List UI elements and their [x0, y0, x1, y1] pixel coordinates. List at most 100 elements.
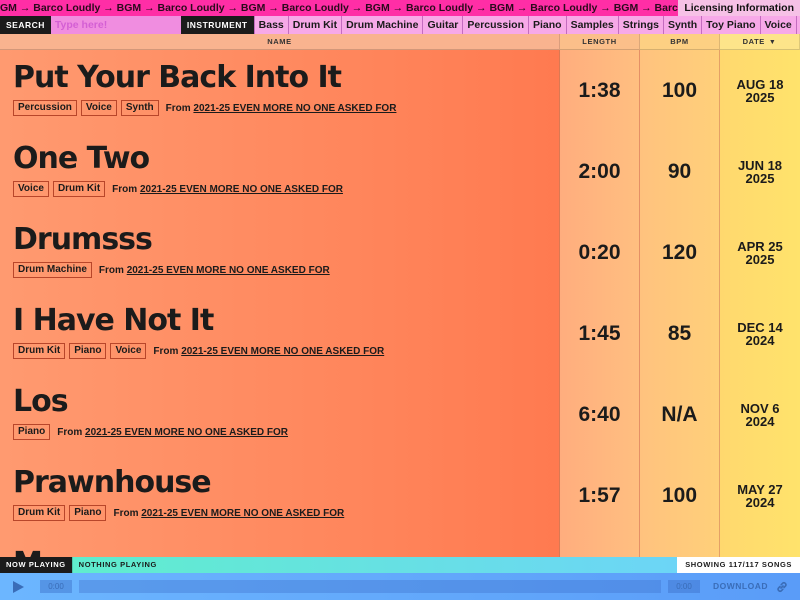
- song-date: DEC 14 2024: [720, 293, 800, 374]
- song-list: Put Your Back Into It Percussion Voice Synt…: [0, 50, 800, 557]
- licensing-information-link[interactable]: Licensing Information: [678, 0, 800, 16]
- song-length: 1:38: [560, 50, 640, 131]
- album-link[interactable]: 2021-25 EVEN MORE NO ONE ASKED FOR: [85, 427, 288, 438]
- instrument-option-toy-piano[interactable]: Toy Piano: [701, 16, 760, 34]
- instrument-option-drum-machine[interactable]: Drum Machine: [341, 16, 423, 34]
- instrument-option-voice[interactable]: Voice: [759, 16, 796, 34]
- song-count: SHOWING 117/117 SONGS: [677, 557, 800, 573]
- instrument-option-bass[interactable]: Bass: [253, 16, 288, 34]
- instrument-tag[interactable]: Piano: [69, 505, 107, 521]
- instrument-option-synth[interactable]: Synth: [662, 16, 702, 34]
- song-date-month-day: MAY 27: [737, 481, 783, 497]
- song-row[interactable]: I Have Not It Drum Kit Piano Voice From 2021…: [0, 293, 800, 374]
- song-date-month-day: DEC 14: [737, 319, 783, 335]
- now-playing-status: NOTHING PLAYING: [71, 557, 163, 573]
- instrument-tag[interactable]: Drum Kit: [13, 505, 66, 521]
- instrument-option-strings[interactable]: Strings: [617, 16, 663, 34]
- song-title[interactable]: M: [13, 547, 43, 558]
- play-icon[interactable]: [10, 579, 26, 595]
- song-bpm: [640, 536, 720, 557]
- song-name-cell: I Have Not It Drum Kit Piano Voice From 2021…: [0, 293, 560, 374]
- instrument-option-piano[interactable]: Piano: [527, 16, 566, 34]
- column-header-date[interactable]: DATE ▼: [720, 34, 800, 50]
- song-length: 1:45: [560, 293, 640, 374]
- album-link[interactable]: 2021-25 EVEN MORE NO ONE ASKED FOR: [127, 265, 330, 276]
- album-credit: From 2021-25 EVEN MORE NO ONE ASKED FOR: [113, 508, 344, 519]
- download-button[interactable]: DOWNLOAD: [713, 580, 768, 593]
- link-icon[interactable]: [775, 580, 789, 594]
- instrument-tag[interactable]: Synth: [120, 100, 159, 116]
- song-date: JUN 18 2025: [720, 131, 800, 212]
- song-length: 6:40: [560, 374, 640, 455]
- song-tags: Percussion Voice Synth From 2021-25 EVEN MO…: [13, 100, 396, 116]
- song-title[interactable]: Drumsss: [13, 223, 153, 257]
- song-row[interactable]: Drumsss Drum Machine From 2021-25 EVEN MOR…: [0, 212, 800, 293]
- song-title[interactable]: Prawnhouse: [13, 466, 212, 500]
- from-label: From: [165, 102, 191, 114]
- song-row[interactable]: Put Your Back Into It Percussion Voice Synt…: [0, 50, 800, 131]
- from-label: From: [57, 426, 83, 438]
- song-row[interactable]: Prawnhouse Drum Kit Piano From 2021-25 EVEN…: [0, 455, 800, 536]
- song-date: NOV 6 2024: [720, 374, 800, 455]
- song-date-year: 2025: [745, 251, 775, 267]
- song-name-cell: One Two Voice Drum Kit From 2021-25 EVEN MO…: [0, 131, 560, 212]
- song-row[interactable]: Los Piano From 2021-25 EVEN MORE NO ONE AS…: [0, 374, 800, 455]
- song-name-cell: M: [0, 536, 560, 557]
- album-link[interactable]: 2021-25 EVEN MORE NO ONE ASKED FOR: [140, 184, 343, 195]
- song-date-year: 2024: [745, 332, 775, 348]
- instrument-option-samples[interactable]: Samples: [565, 16, 618, 34]
- instrument-tag[interactable]: Drum Machine: [13, 262, 92, 278]
- song-date-year: 2024: [745, 413, 775, 429]
- instrument-option-drum-kit[interactable]: Drum Kit: [287, 16, 342, 34]
- song-bpm: 100: [640, 455, 720, 536]
- song-date-year: 2025: [745, 170, 775, 186]
- song-length: 0:20: [560, 212, 640, 293]
- album-credit: From 2021-25 EVEN MORE NO ONE ASKED FOR: [57, 427, 288, 438]
- instrument-tag[interactable]: Piano: [69, 343, 107, 359]
- from-label: From: [112, 183, 138, 195]
- column-header-bpm[interactable]: BPM: [640, 34, 720, 50]
- progress-scrubber[interactable]: [79, 580, 661, 593]
- song-title[interactable]: Put Your Back Into It: [13, 61, 342, 95]
- song-date-month-day: APR 25: [737, 238, 783, 254]
- song-tags: Piano From 2021-25 EVEN MORE NO ONE ASKED…: [13, 424, 288, 440]
- song-date-month-day: AUG 18: [736, 76, 784, 92]
- instrument-tag[interactable]: Voice: [110, 343, 147, 359]
- album-credit: From 2021-25 EVEN MORE NO ONE ASKED FOR: [112, 184, 343, 195]
- instrument-tag[interactable]: Voice: [80, 100, 117, 116]
- song-row[interactable]: M: [0, 536, 800, 557]
- instrument-tag[interactable]: Drum Kit: [52, 181, 106, 197]
- song-title[interactable]: I Have Not It: [13, 304, 214, 338]
- album-credit: From 2021-25 EVEN MORE NO ONE ASKED FOR: [166, 103, 397, 114]
- current-time: 0:00: [40, 580, 72, 593]
- album-link[interactable]: 2021-25 EVEN MORE NO ONE ASKED FOR: [141, 508, 344, 519]
- song-date: [720, 536, 800, 557]
- filter-bar: SEARCH INSTRUMENT BassDrum KitDrum Machi…: [0, 16, 800, 34]
- instrument-option-guitar[interactable]: Guitar: [422, 16, 463, 34]
- song-title[interactable]: Los: [13, 385, 69, 419]
- sort-descending-icon: ▼: [768, 39, 777, 46]
- album-link[interactable]: 2021-25 EVEN MORE NO ONE ASKED FOR: [193, 103, 396, 114]
- column-header-name[interactable]: NAME: [0, 34, 560, 50]
- instrument-tag[interactable]: Drum Kit: [13, 343, 66, 359]
- instrument-label: INSTRUMENT: [180, 16, 254, 34]
- song-row[interactable]: One Two Voice Drum Kit From 2021-25 EVEN MO…: [0, 131, 800, 212]
- instrument-tag[interactable]: Percussion: [13, 100, 77, 116]
- song-bpm: 85: [640, 293, 720, 374]
- instrument-option-woodwind[interactable]: Woodwind: [795, 16, 800, 34]
- instrument-option-percussion[interactable]: Percussion: [462, 16, 528, 34]
- marquee-banner: GM → Barco Loudly → BGM → Barco Loudly →…: [0, 0, 800, 16]
- search-input[interactable]: [50, 16, 181, 34]
- instrument-tag[interactable]: Piano: [13, 424, 51, 440]
- song-title[interactable]: One Two: [13, 142, 150, 176]
- now-playing-bar: NOW PLAYING NOTHING PLAYING SHOWING 117/…: [0, 557, 800, 573]
- album-link[interactable]: 2021-25 EVEN MORE NO ONE ASKED FOR: [181, 346, 384, 357]
- song-length: [560, 536, 640, 557]
- song-length: 2:00: [560, 131, 640, 212]
- from-label: From: [153, 345, 179, 357]
- instrument-tag[interactable]: Voice: [13, 181, 49, 197]
- song-length: 1:57: [560, 455, 640, 536]
- column-header-length[interactable]: LENGTH: [560, 34, 640, 50]
- song-bpm: 100: [640, 50, 720, 131]
- date-header-label: DATE: [742, 37, 765, 46]
